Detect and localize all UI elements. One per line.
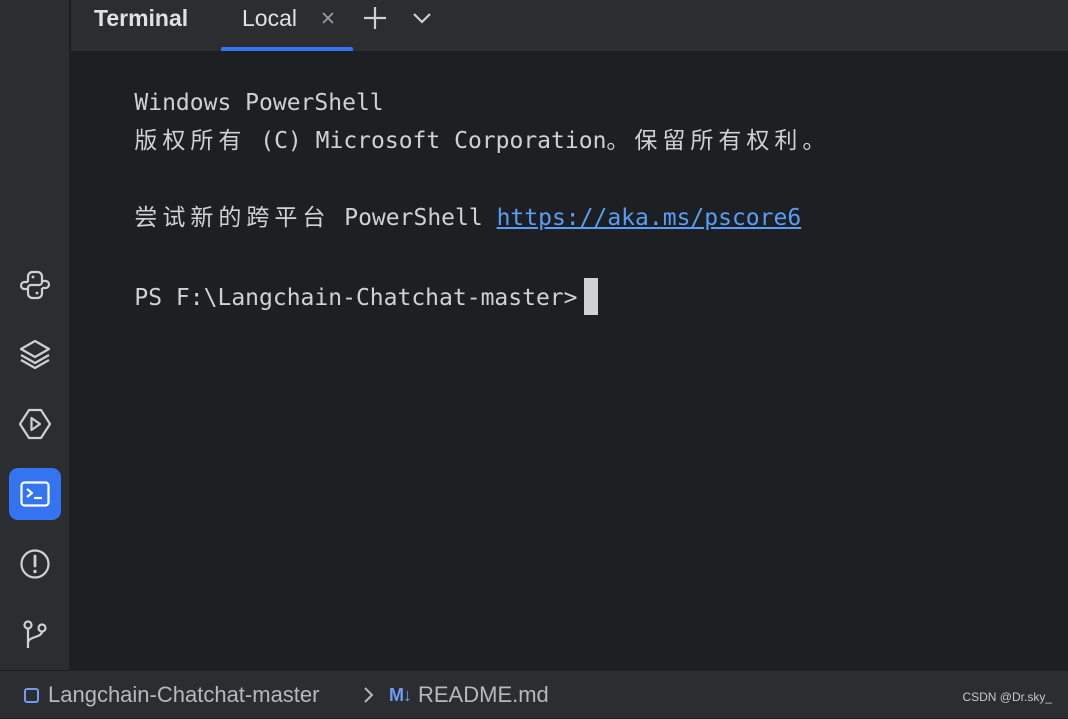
terminal-text: (C) Microsoft Corporation xyxy=(246,128,607,154)
breadcrumb-file[interactable]: M↓ README.md xyxy=(389,671,549,719)
terminal-button[interactable] xyxy=(9,468,61,520)
terminal-text: PowerShell xyxy=(330,205,497,231)
tab-close-button[interactable] xyxy=(317,7,339,29)
terminal-prompt-line: PS F:\Langchain-Chatchat-master> xyxy=(79,250,598,315)
terminal-line: 版权所有 (C) Microsoft Corporation。保留所有权利。 xyxy=(79,96,830,154)
terminal-line: 尝试新的跨平台 PowerShell https://aka.ms/pscore… xyxy=(79,173,801,231)
services-button[interactable] xyxy=(9,398,61,450)
pscore-link[interactable]: https://aka.ms/pscore6 xyxy=(497,205,802,231)
breadcrumb-project-label: Langchain-Chatchat-master xyxy=(48,682,320,707)
python-console-icon xyxy=(19,270,51,300)
problems-icon xyxy=(20,549,50,579)
terminal-output[interactable]: Windows PowerShell 版权所有 (C) Microsoft Co… xyxy=(71,52,1068,669)
tab-local-label: Local xyxy=(242,5,297,31)
git-button[interactable] xyxy=(9,608,61,660)
plus-icon xyxy=(364,7,386,29)
project-icon xyxy=(24,687,39,703)
tool-window-title: Terminal xyxy=(94,5,189,31)
status-bar: Langchain-Chatchat-master M↓ README.md C… xyxy=(0,670,1068,718)
git-icon xyxy=(23,620,47,648)
markdown-icon: M↓ xyxy=(389,684,412,705)
watermark: CSDN @Dr.sky_ xyxy=(962,690,1052,704)
terminal-text: 。保留所有权利。 xyxy=(606,128,831,154)
terminal-text: 版权所有 xyxy=(134,128,247,154)
close-icon xyxy=(322,12,334,24)
tab-options-button[interactable] xyxy=(408,3,436,33)
terminal-icon xyxy=(20,481,50,507)
services-icon xyxy=(18,408,52,440)
tool-window-sidebar xyxy=(0,0,70,670)
python-console-button[interactable] xyxy=(9,258,61,310)
tab-local[interactable]: Local xyxy=(221,0,353,51)
breadcrumb-file-label: README.md xyxy=(418,682,549,707)
chevron-right-icon xyxy=(364,687,374,703)
problems-button[interactable] xyxy=(9,538,61,590)
layers-button[interactable] xyxy=(9,328,61,380)
terminal-prompt: PS F:\Langchain-Chatchat-master> xyxy=(134,285,578,311)
text-cursor xyxy=(583,278,598,315)
terminal-line: Windows PowerShell xyxy=(79,58,383,116)
terminal-tab-bar: Terminal Local xyxy=(71,0,1068,52)
breadcrumb-project[interactable]: Langchain-Chatchat-master xyxy=(24,671,319,719)
terminal-text: 尝试新的跨平台 xyxy=(134,205,331,231)
active-tab-indicator xyxy=(221,47,353,51)
new-tab-button[interactable] xyxy=(360,3,390,33)
layers-icon xyxy=(19,339,51,370)
chevron-down-icon xyxy=(413,13,431,24)
